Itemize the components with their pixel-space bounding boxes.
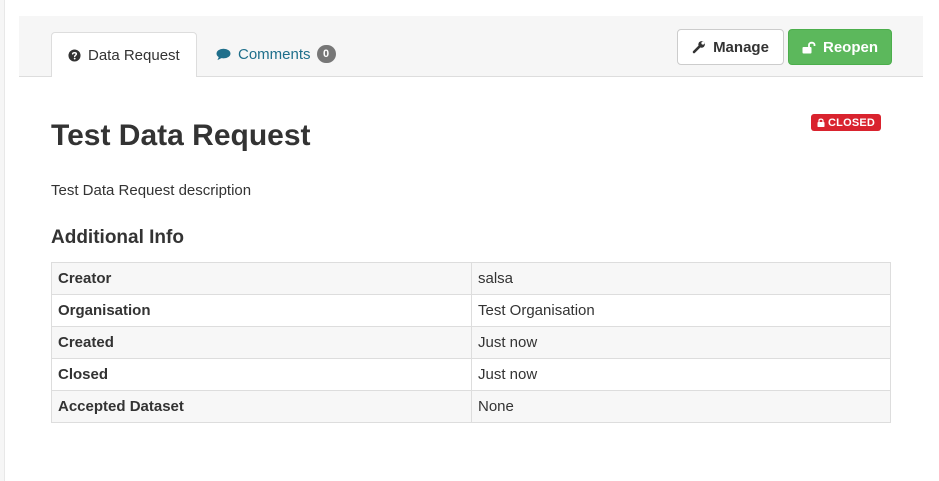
wrench-icon xyxy=(692,40,706,54)
table-row: Creator salsa xyxy=(51,262,891,295)
row-key: Organisation xyxy=(51,294,472,327)
row-key: Created xyxy=(51,326,472,359)
tab-data-request-label: Data Request xyxy=(88,46,180,64)
additional-info-table: Creator salsa Organisation Test Organisa… xyxy=(51,262,891,423)
row-key: Accepted Dataset xyxy=(51,390,472,423)
comments-count-badge: 0 xyxy=(316,45,336,63)
row-value: Just now xyxy=(471,358,891,391)
tab-data-request[interactable]: Data Request xyxy=(51,32,197,77)
row-key: Creator xyxy=(51,262,472,295)
tab-bar: Data Request Comments 0 Manage Reopen xyxy=(19,16,923,77)
status-badge: CLOSED xyxy=(811,114,882,131)
manage-button[interactable]: Manage xyxy=(677,29,784,65)
left-edge-strip xyxy=(0,0,5,481)
table-row: Closed Just now xyxy=(51,358,891,391)
reopen-button-label: Reopen xyxy=(822,38,878,56)
request-description: Test Data Request description xyxy=(51,182,252,199)
row-value: Just now xyxy=(471,326,891,359)
lock-icon xyxy=(817,118,825,127)
row-value: Test Organisation xyxy=(471,294,891,327)
tab-comments-label: Comments xyxy=(238,45,311,63)
row-key: Closed xyxy=(51,358,472,391)
row-value: salsa xyxy=(471,262,891,295)
table-row: Accepted Dataset None xyxy=(51,390,891,423)
page-title: Test Data Request xyxy=(51,119,311,152)
status-badge-label: CLOSED xyxy=(828,116,876,129)
manage-button-label: Manage xyxy=(713,38,769,56)
table-row: Organisation Test Organisation xyxy=(51,294,891,327)
data-request-panel: Data Request Comments 0 Manage Reopen CL… xyxy=(19,16,923,481)
additional-info-heading: Additional Info xyxy=(51,227,184,248)
unlock-icon xyxy=(802,41,816,54)
reopen-button[interactable]: Reopen xyxy=(788,29,892,65)
tab-comments[interactable]: Comments 0 xyxy=(216,32,336,76)
row-value: None xyxy=(471,390,891,423)
table-row: Created Just now xyxy=(51,326,891,359)
comment-icon xyxy=(216,48,231,61)
question-circle-icon xyxy=(68,48,81,62)
